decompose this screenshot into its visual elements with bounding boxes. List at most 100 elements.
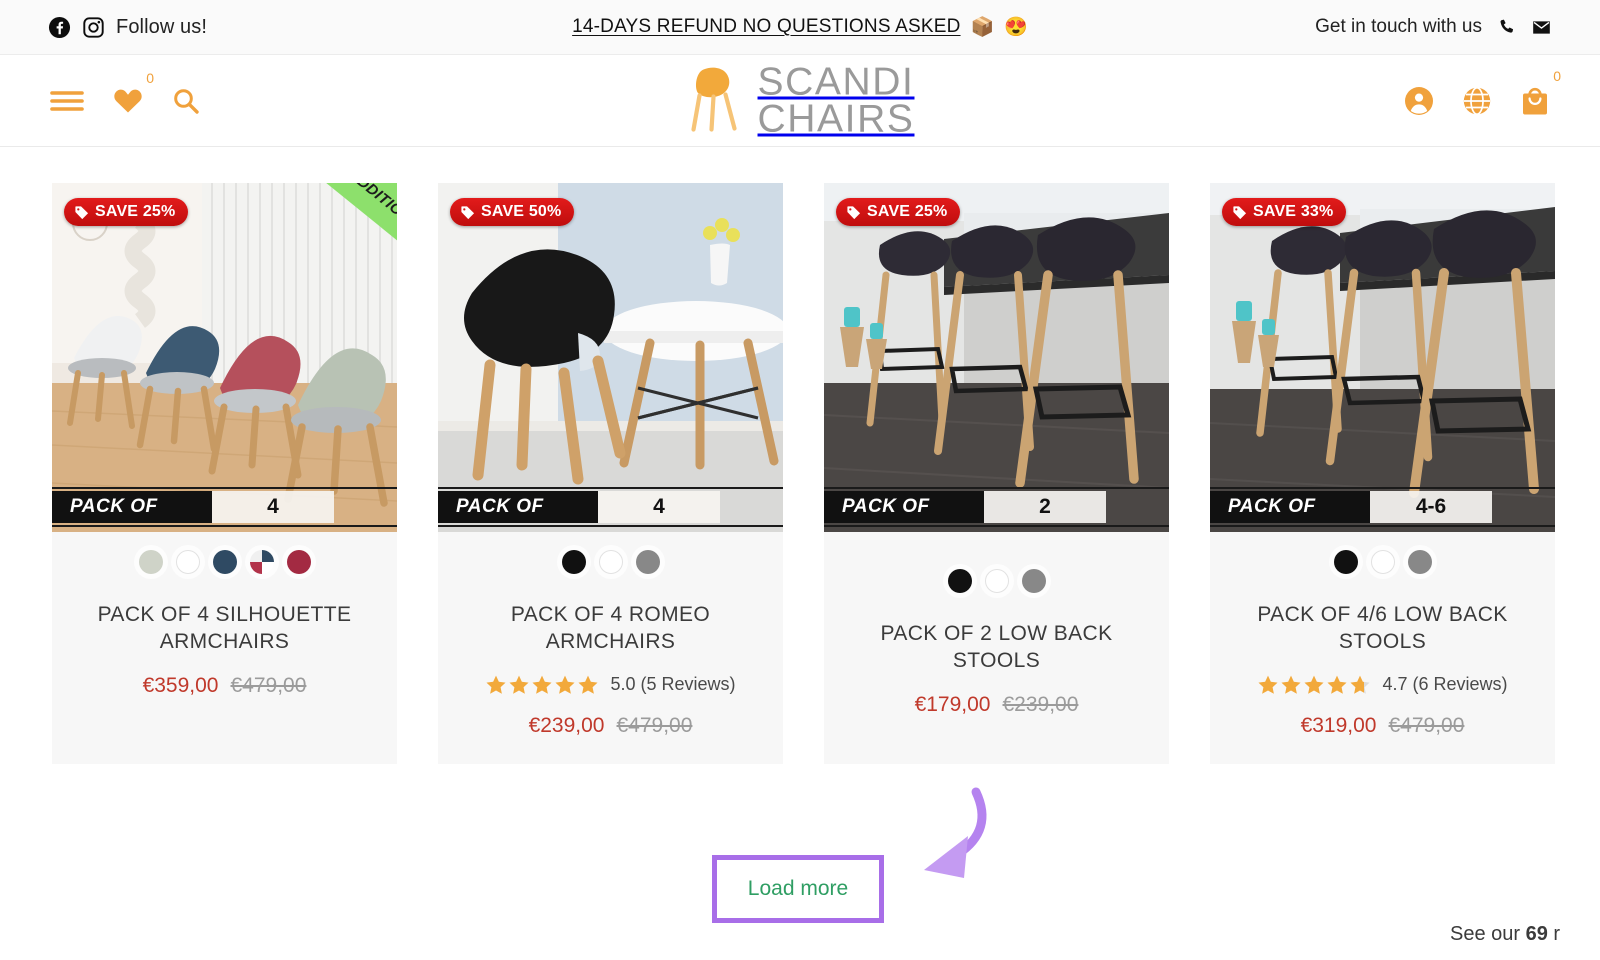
wishlist-heart-icon[interactable]: 0: [113, 71, 154, 114]
product-image[interactable]: SAVE 25% PACK OF 2: [824, 183, 1169, 532]
color-swatch[interactable]: [635, 550, 660, 574]
site-header: 0 SCANDI CHAIRS 0: [0, 55, 1600, 147]
color-swatch[interactable]: [598, 550, 623, 574]
product-prices: €359,00 €479,00: [66, 674, 383, 698]
load-more-annotation-box: Load more: [712, 855, 884, 923]
color-swatch[interactable]: [286, 550, 311, 574]
trustpilot-prefix: See our: [1450, 923, 1526, 945]
color-swatch[interactable]: [561, 550, 586, 574]
price-original: €479,00: [616, 713, 693, 737]
package-emoji: 📦: [970, 17, 995, 38]
follow-us-label: Follow us!: [116, 15, 208, 38]
color-swatches: [1224, 550, 1541, 574]
save-badge-label: SAVE 50%: [481, 203, 562, 220]
product-card[interactable]: SAVE 50% PACK OF 4 PACK OF 4 ROMEO ARMCH…: [438, 183, 783, 764]
social-links: Follow us!: [48, 16, 207, 39]
refund-policy-link[interactable]: 14-DAYS REFUND NO QUESTIONS ASKED: [572, 16, 960, 38]
pack-of-bar: PACK OF 4: [438, 487, 783, 527]
color-swatch[interactable]: [1021, 569, 1046, 593]
product-card[interactable]: SAVE 25% PACK OF 2 PACK OF 2 LOW BACK ST…: [824, 183, 1169, 764]
color-swatch[interactable]: [1333, 550, 1358, 574]
product-rating[interactable]: 5.0 (5 Reviews): [452, 674, 769, 696]
logo-line-1: SCANDI: [757, 60, 915, 104]
price-current: €319,00: [1300, 713, 1377, 737]
product-prices: €179,00 €239,00: [838, 693, 1155, 717]
rating-text: 4.7 (6 Reviews): [1382, 674, 1508, 695]
search-icon[interactable]: [172, 87, 200, 115]
pack-of-value: 4-6: [1370, 491, 1492, 523]
product-card[interactable]: SAVE 25% New Addition PACK OF 4 PACK OF …: [52, 183, 397, 764]
site-logo[interactable]: SCANDI CHAIRS: [686, 60, 915, 139]
load-more-button[interactable]: Load more: [748, 877, 848, 901]
product-title[interactable]: PACK OF 4/6 LOW BACK STOOLS: [1224, 602, 1541, 656]
mail-icon[interactable]: [1531, 17, 1552, 38]
pack-of-label: PACK OF: [52, 491, 212, 523]
heart-eyes-emoji: 😍: [1004, 17, 1028, 38]
color-swatch[interactable]: [212, 550, 237, 574]
hamburger-menu-icon[interactable]: [50, 89, 84, 113]
price-current: €359,00: [142, 673, 219, 697]
facebook-icon[interactable]: [48, 16, 71, 39]
star-icon: [1350, 675, 1371, 694]
color-swatch[interactable]: [138, 550, 163, 574]
trustpilot-count: 69: [1525, 923, 1548, 945]
pack-of-label: PACK OF: [1210, 491, 1370, 523]
star-icon: [1281, 675, 1302, 694]
trustpilot-suffix: r: [1547, 923, 1561, 945]
trustpilot-widget[interactable]: See our 69 r: [1450, 923, 1600, 946]
color-swatch[interactable]: [175, 550, 200, 574]
tag-icon: [847, 205, 861, 219]
save-badge: SAVE 50%: [450, 198, 575, 226]
instagram-icon[interactable]: [82, 16, 105, 39]
tag-icon: [461, 205, 475, 219]
star-rating: [485, 674, 599, 696]
save-badge: SAVE 33%: [1222, 198, 1347, 226]
color-swatch[interactable]: [1407, 550, 1432, 574]
color-swatch[interactable]: [947, 569, 972, 593]
color-swatch[interactable]: [1370, 550, 1395, 574]
annotation-arrow: [880, 778, 990, 898]
star-icon: [509, 675, 530, 694]
product-image[interactable]: SAVE 25% New Addition PACK OF 4: [52, 183, 397, 532]
price-original: €239,00: [1002, 692, 1079, 716]
announcement-bar: Follow us! 14-DAYS REFUND NO QUESTIONS A…: [0, 0, 1600, 55]
price-original: €479,00: [230, 673, 307, 697]
phone-icon[interactable]: [1496, 17, 1517, 38]
header-right-actions: 0: [1404, 69, 1561, 116]
product-title[interactable]: PACK OF 4 ROMEO ARMCHAIRS: [452, 602, 769, 656]
star-icon: [1304, 675, 1325, 694]
price-original: €479,00: [1388, 713, 1465, 737]
star-icon: [578, 675, 599, 694]
pack-of-value: 4: [212, 491, 334, 523]
color-swatch[interactable]: [984, 569, 1009, 593]
save-badge: SAVE 25%: [836, 198, 961, 226]
save-badge-label: SAVE 25%: [867, 203, 948, 220]
color-swatches: [66, 550, 383, 574]
tag-icon: [75, 205, 89, 219]
product-title[interactable]: PACK OF 4 SILHOUETTE ARMCHAIRS: [66, 602, 383, 656]
product-title[interactable]: PACK OF 2 LOW BACK STOOLS: [838, 621, 1155, 675]
save-badge-label: SAVE 33%: [1253, 203, 1334, 220]
save-badge-label: SAVE 25%: [95, 203, 176, 220]
header-left-actions: 0: [50, 71, 200, 115]
save-badge: SAVE 25%: [64, 198, 189, 226]
globe-language-icon[interactable]: [1462, 86, 1492, 116]
price-current: €239,00: [528, 713, 605, 737]
user-account-icon[interactable]: [1404, 86, 1434, 116]
tag-icon: [1233, 205, 1247, 219]
contact-group: Get in touch with us: [1315, 16, 1552, 38]
product-grid: SAVE 25% New Addition PACK OF 4 PACK OF …: [0, 147, 1600, 764]
shopping-bag-icon[interactable]: 0: [1520, 69, 1561, 116]
product-image[interactable]: SAVE 50% PACK OF 4: [438, 183, 783, 532]
star-rating: [1257, 674, 1371, 696]
product-image[interactable]: SAVE 33% PACK OF 4-6: [1210, 183, 1555, 532]
product-prices: €319,00 €479,00: [1224, 714, 1541, 738]
product-rating[interactable]: 4.7 (6 Reviews): [1224, 674, 1541, 696]
product-prices: €239,00 €479,00: [452, 714, 769, 738]
chair-logo-icon: [686, 63, 748, 138]
pack-of-bar: PACK OF 4: [52, 487, 397, 527]
product-card[interactable]: SAVE 33% PACK OF 4-6 PACK OF 4/6 LOW BAC…: [1210, 183, 1555, 764]
color-swatch[interactable]: [249, 550, 274, 574]
star-icon: [486, 675, 507, 694]
pack-of-bar: PACK OF 2: [824, 487, 1169, 527]
